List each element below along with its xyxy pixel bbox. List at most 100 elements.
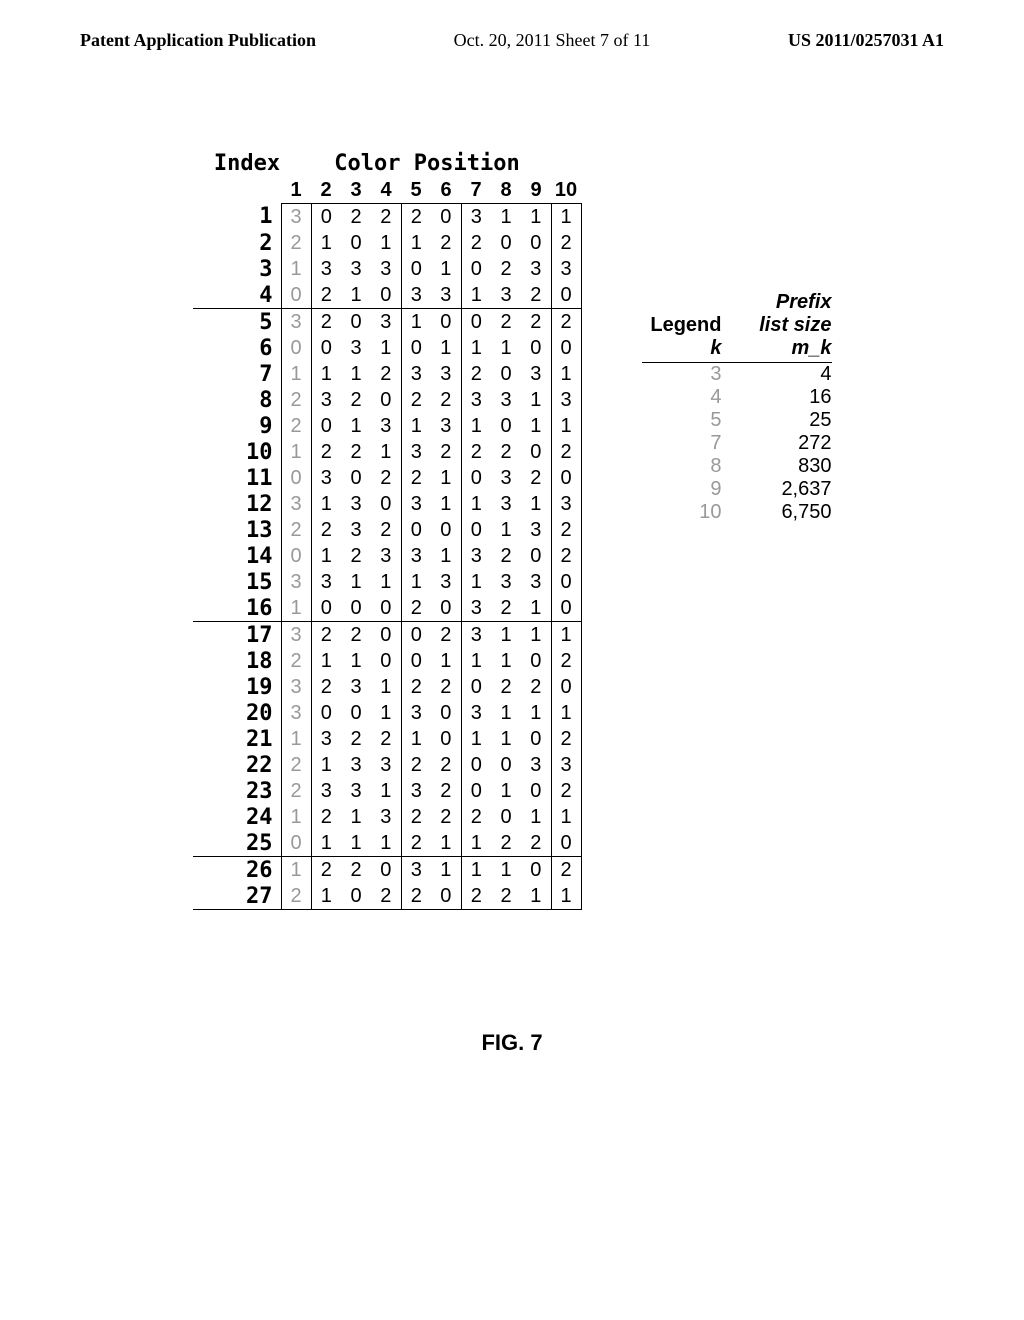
data-cell: 2 xyxy=(521,309,551,336)
color-position-label: Color Position xyxy=(287,151,567,176)
col-header: 7 xyxy=(461,178,491,204)
data-cell: 0 xyxy=(341,883,371,910)
data-cell: 0 xyxy=(401,517,431,543)
data-cell: 1 xyxy=(491,726,521,752)
data-cell: 1 xyxy=(461,491,491,517)
data-cell: 1 xyxy=(281,804,311,830)
data-cell: 1 xyxy=(551,622,581,649)
data-cell: 0 xyxy=(281,465,311,491)
table-row: 13022203111 xyxy=(193,204,582,231)
table-row: 211322101102 xyxy=(193,726,582,752)
data-cell: 3 xyxy=(311,569,341,595)
data-cell: 2 xyxy=(551,309,581,336)
data-cell: 1 xyxy=(551,700,581,726)
data-cell: 2 xyxy=(551,439,581,465)
data-cell: 0 xyxy=(401,622,431,649)
data-cell: 1 xyxy=(491,204,521,231)
header-center: Oct. 20, 2011 Sheet 7 of 11 xyxy=(454,30,651,51)
data-cell: 0 xyxy=(431,700,461,726)
data-cell: 3 xyxy=(431,413,461,439)
data-cell: 2 xyxy=(341,543,371,569)
data-cell: 3 xyxy=(341,674,371,700)
data-cell: 2 xyxy=(431,804,461,830)
data-cell: 2 xyxy=(341,204,371,231)
table-row: 71112332031 xyxy=(193,361,582,387)
data-cell: 1 xyxy=(551,413,581,439)
data-cell: 0 xyxy=(341,465,371,491)
data-cell: 0 xyxy=(551,465,581,491)
data-cell: 1 xyxy=(521,700,551,726)
data-cell: 0 xyxy=(461,674,491,700)
data-cell: 3 xyxy=(551,752,581,778)
data-cell: 2 xyxy=(431,622,461,649)
data-cell: 2 xyxy=(281,752,311,778)
table-row: 22101122002 xyxy=(193,230,582,256)
data-cell: 2 xyxy=(431,439,461,465)
data-cell: 0 xyxy=(311,700,341,726)
data-cell: 1 xyxy=(521,204,551,231)
data-cell: 0 xyxy=(521,230,551,256)
table-title-row: Index Color Position xyxy=(207,151,567,176)
data-cell: 1 xyxy=(341,361,371,387)
data-cell: 3 xyxy=(311,465,341,491)
data-cell: 0 xyxy=(311,595,341,622)
data-cell: 3 xyxy=(281,674,311,700)
index-cell: 10 xyxy=(193,439,282,465)
data-cell: 2 xyxy=(311,282,341,309)
data-cell: 3 xyxy=(371,543,401,569)
data-cell: 2 xyxy=(311,804,341,830)
data-cell: 1 xyxy=(281,439,311,465)
data-cell: 1 xyxy=(371,569,401,595)
data-cell: 0 xyxy=(491,413,521,439)
data-cell: 3 xyxy=(341,752,371,778)
data-cell: 1 xyxy=(431,491,461,517)
table-row: 173220023111 xyxy=(193,622,582,649)
data-cell: 1 xyxy=(401,413,431,439)
data-cell: 3 xyxy=(431,569,461,595)
index-cell: 14 xyxy=(193,543,282,569)
data-cell: 1 xyxy=(371,230,401,256)
data-cell: 3 xyxy=(401,439,431,465)
legend-k: 4 xyxy=(642,386,722,409)
data-cell: 2 xyxy=(551,648,581,674)
data-cell: 0 xyxy=(461,778,491,804)
data-cell: 0 xyxy=(521,335,551,361)
data-cell: 2 xyxy=(491,256,521,282)
legend-row: 92,637 xyxy=(642,478,832,501)
data-cell: 3 xyxy=(521,752,551,778)
index-cell: 9 xyxy=(193,413,282,439)
table-row: 261220311102 xyxy=(193,857,582,884)
data-cell: 2 xyxy=(551,857,581,884)
data-cell: 0 xyxy=(371,387,401,413)
data-cell: 0 xyxy=(551,674,581,700)
legend-header-row2: Legend list size xyxy=(642,314,832,337)
index-cell: 21 xyxy=(193,726,282,752)
data-cell: 2 xyxy=(551,517,581,543)
prefix-label: Prefix xyxy=(742,291,832,314)
col-header: 5 xyxy=(401,178,431,204)
table-row: 161000203210 xyxy=(193,595,582,622)
data-cell: 3 xyxy=(491,282,521,309)
legend-k: 8 xyxy=(642,455,722,478)
data-cell: 1 xyxy=(371,700,401,726)
data-cell: 1 xyxy=(311,883,341,910)
data-cell: 3 xyxy=(461,595,491,622)
data-cell: 1 xyxy=(461,413,491,439)
data-cell: 2 xyxy=(551,778,581,804)
index-cell: 16 xyxy=(193,595,282,622)
index-cell: 2 xyxy=(193,230,282,256)
index-cell: 8 xyxy=(193,387,282,413)
data-cell: 1 xyxy=(491,335,521,361)
legend-header-row1: Prefix xyxy=(642,291,832,314)
data-cell: 2 xyxy=(431,674,461,700)
data-cell: 2 xyxy=(311,622,341,649)
data-cell: 3 xyxy=(281,622,311,649)
data-cell: 1 xyxy=(491,778,521,804)
col-header: 9 xyxy=(521,178,551,204)
data-cell: 2 xyxy=(341,857,371,884)
data-cell: 3 xyxy=(521,256,551,282)
data-cell: 3 xyxy=(551,256,581,282)
data-cell: 2 xyxy=(521,282,551,309)
index-cell: 20 xyxy=(193,700,282,726)
data-cell: 2 xyxy=(431,752,461,778)
